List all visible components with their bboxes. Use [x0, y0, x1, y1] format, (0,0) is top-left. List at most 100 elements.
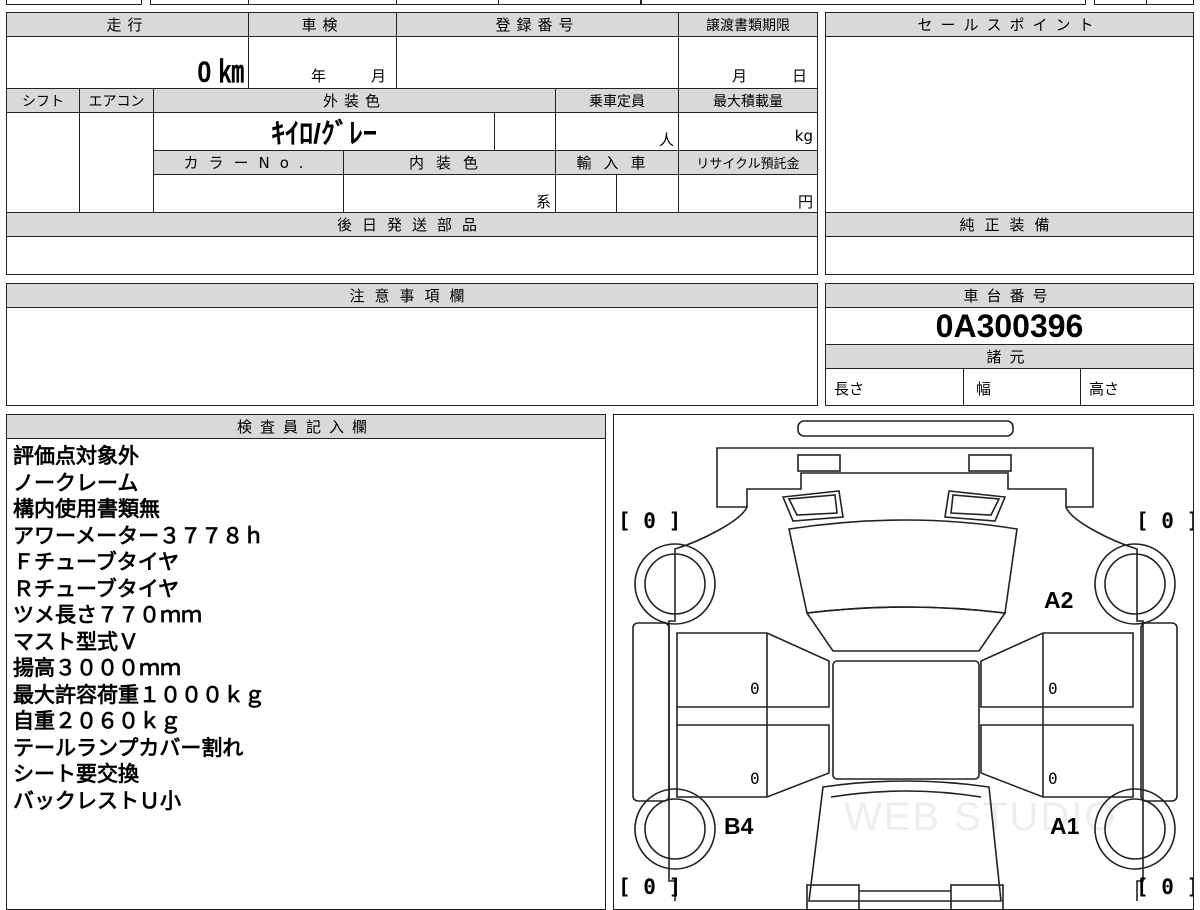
right-side-sill	[1140, 622, 1178, 802]
vehicle-info-table: 走行 車検 登録番号 譲渡書類期限 0 ㎞ 年 月 月 日 シフト エアコン 外…	[6, 12, 818, 275]
height-label: 高さ	[1089, 380, 1120, 398]
sales-point-cell	[826, 37, 1193, 213]
mileage-cell: 0 ㎞	[7, 37, 249, 89]
cabin-top	[805, 606, 1007, 652]
sales-point-panel: セールスポイント 純正装備	[825, 12, 1194, 275]
inspector-note: 構内使用書類無	[13, 497, 160, 521]
tire-rear-right-label: [ 0 ]	[1136, 875, 1194, 899]
windshield	[788, 519, 1018, 614]
height-cell: 高さ	[1081, 369, 1193, 405]
interior-color-header: 内装色	[344, 151, 556, 175]
genuine-equipment-header: 純正装備	[826, 213, 1193, 237]
transfer-deadline-cell: 月 日	[679, 37, 817, 89]
inspector-note: テールランプカバー割れ	[13, 735, 244, 760]
left-side-sill	[632, 622, 670, 802]
panel-right-lower-value: 0	[1048, 769, 1058, 788]
chassis-panel: 車台番号 0A300396 諸元 長さ 幅 高さ	[825, 283, 1194, 406]
exterior-color-code-cell	[495, 113, 556, 151]
mileage-header: 走行	[7, 13, 249, 37]
panel-left-upper-value: 0	[750, 679, 760, 698]
import-header: 輸入車	[556, 151, 679, 175]
front-right-tire	[1094, 543, 1176, 625]
later-parts-cell	[7, 237, 817, 274]
inspector-notes-list: 評価点対象外 ノークレーム 構内使用書類無 アワーメーター３７７８ｈ Ｆチューブ…	[13, 443, 603, 814]
capacity-unit: 人	[658, 131, 674, 149]
inspection-header: 車検	[249, 13, 397, 37]
max-load-cell: kg	[679, 113, 817, 151]
vehicle-diagram-panel: [ 0 ] [ 0 ] [ 0 ] [ 0 ] A2 B4 A1 0 0 0 0…	[613, 414, 1194, 910]
interior-color-cell: 系	[344, 175, 556, 213]
width-label: 幅	[976, 380, 992, 398]
capacity-header: 乗車定員	[556, 89, 679, 113]
chassis-cell: 0A300396	[826, 308, 1193, 345]
notice-header: 注意事項欄	[7, 284, 817, 308]
length-label: 長さ	[834, 380, 865, 398]
body-outline-right	[1065, 506, 1144, 901]
max-load-header: 最大積載量	[679, 89, 817, 113]
tire-rear-left-label: [ 0 ]	[618, 875, 682, 899]
panel-right-upper-value: 0	[1048, 679, 1058, 698]
front-right-tire-inner	[1104, 553, 1166, 615]
inspector-note: アワーメーター３７７８ｈ	[13, 523, 265, 548]
shift-cell	[7, 113, 80, 213]
right-headlight	[968, 454, 1012, 472]
width-cell: 幅	[964, 369, 1081, 405]
sales-point-header: セールスポイント	[826, 13, 1193, 37]
inspection-year-unit: 年	[311, 67, 327, 85]
length-cell: 長さ	[826, 369, 964, 405]
left-mirror-inner	[787, 494, 838, 516]
aircon-cell	[80, 113, 154, 213]
rear-bumper-right	[950, 884, 1004, 909]
rear-left-tire-inner	[644, 798, 706, 860]
rear-left-tire	[634, 788, 716, 870]
inspector-note: 自重２０６０ｋｇ	[13, 709, 181, 733]
notice-panel: 注意事項欄	[6, 283, 818, 406]
damage-code-b4: B4	[724, 813, 754, 839]
transfer-month-unit: 月	[732, 67, 748, 85]
panel-left-lower-value: 0	[750, 769, 760, 788]
interior-color-unit: 系	[535, 193, 551, 211]
exterior-color-value: ｷｲﾛ/ｸﾞﾚｰ	[271, 117, 377, 149]
watermark: WEB STUDIO	[844, 795, 1118, 839]
damage-code-a2: A2	[1044, 587, 1074, 613]
shift-header: シフト	[7, 89, 80, 113]
later-parts-header: 後日発送部品	[7, 213, 817, 237]
exterior-color-cell: ｷｲﾛ/ｸﾞﾚｰ	[154, 113, 495, 151]
body-outline	[668, 506, 748, 901]
tire-front-left-label: [ 0 ]	[618, 509, 682, 533]
inspector-note: ノークレーム	[13, 470, 139, 495]
import-cell-1	[556, 175, 617, 213]
registration-cell	[397, 37, 679, 89]
inspector-note: 揚高３０００ｍｍ	[13, 656, 181, 680]
aircon-header: エアコン	[80, 89, 154, 113]
exterior-color-header: 外装色	[154, 89, 556, 113]
inspector-note: Ｒチューブタイヤ	[13, 576, 180, 601]
front-hood-outline	[716, 447, 1094, 508]
front-bumper-bar	[797, 420, 1014, 437]
left-headlight	[797, 454, 841, 472]
chassis-header: 車台番号	[826, 284, 1193, 308]
registration-header: 登録番号	[397, 13, 679, 37]
mileage-value: 0 ㎞	[197, 56, 244, 89]
inspector-note: シート要交換	[13, 762, 139, 786]
inspector-note: バックレストＵ小	[13, 788, 181, 813]
recycle-cell: 円	[679, 175, 817, 213]
transfer-deadline-header: 譲渡書類期限	[679, 13, 817, 37]
inspector-note: Ｆチューブタイヤ	[13, 550, 180, 574]
tire-front-right-label: [ 0 ]	[1136, 509, 1194, 533]
max-load-unit: kg	[794, 127, 813, 145]
recycle-header: リサイクル預託金	[679, 151, 817, 175]
inspector-note: ツメ長さ７７０ｍｍ	[13, 603, 202, 627]
inspector-header: 検査員記入欄	[7, 415, 605, 439]
recycle-unit: 円	[797, 193, 813, 211]
top-strip	[0, 0, 1200, 6]
import-cell-2	[617, 175, 679, 213]
roof	[832, 660, 980, 780]
notice-cell	[7, 308, 817, 405]
transfer-day-unit: 日	[792, 67, 808, 85]
inspector-note: 最大許容荷重１０００ｋｇ	[13, 682, 265, 707]
chassis-value: 0A300396	[935, 307, 1084, 344]
inspection-month-unit: 月	[371, 67, 387, 85]
inspector-panel: 検査員記入欄 評価点対象外 ノークレーム 構内使用書類無 アワーメーター３７７８…	[6, 414, 606, 910]
right-mirror-inner	[950, 494, 1001, 516]
